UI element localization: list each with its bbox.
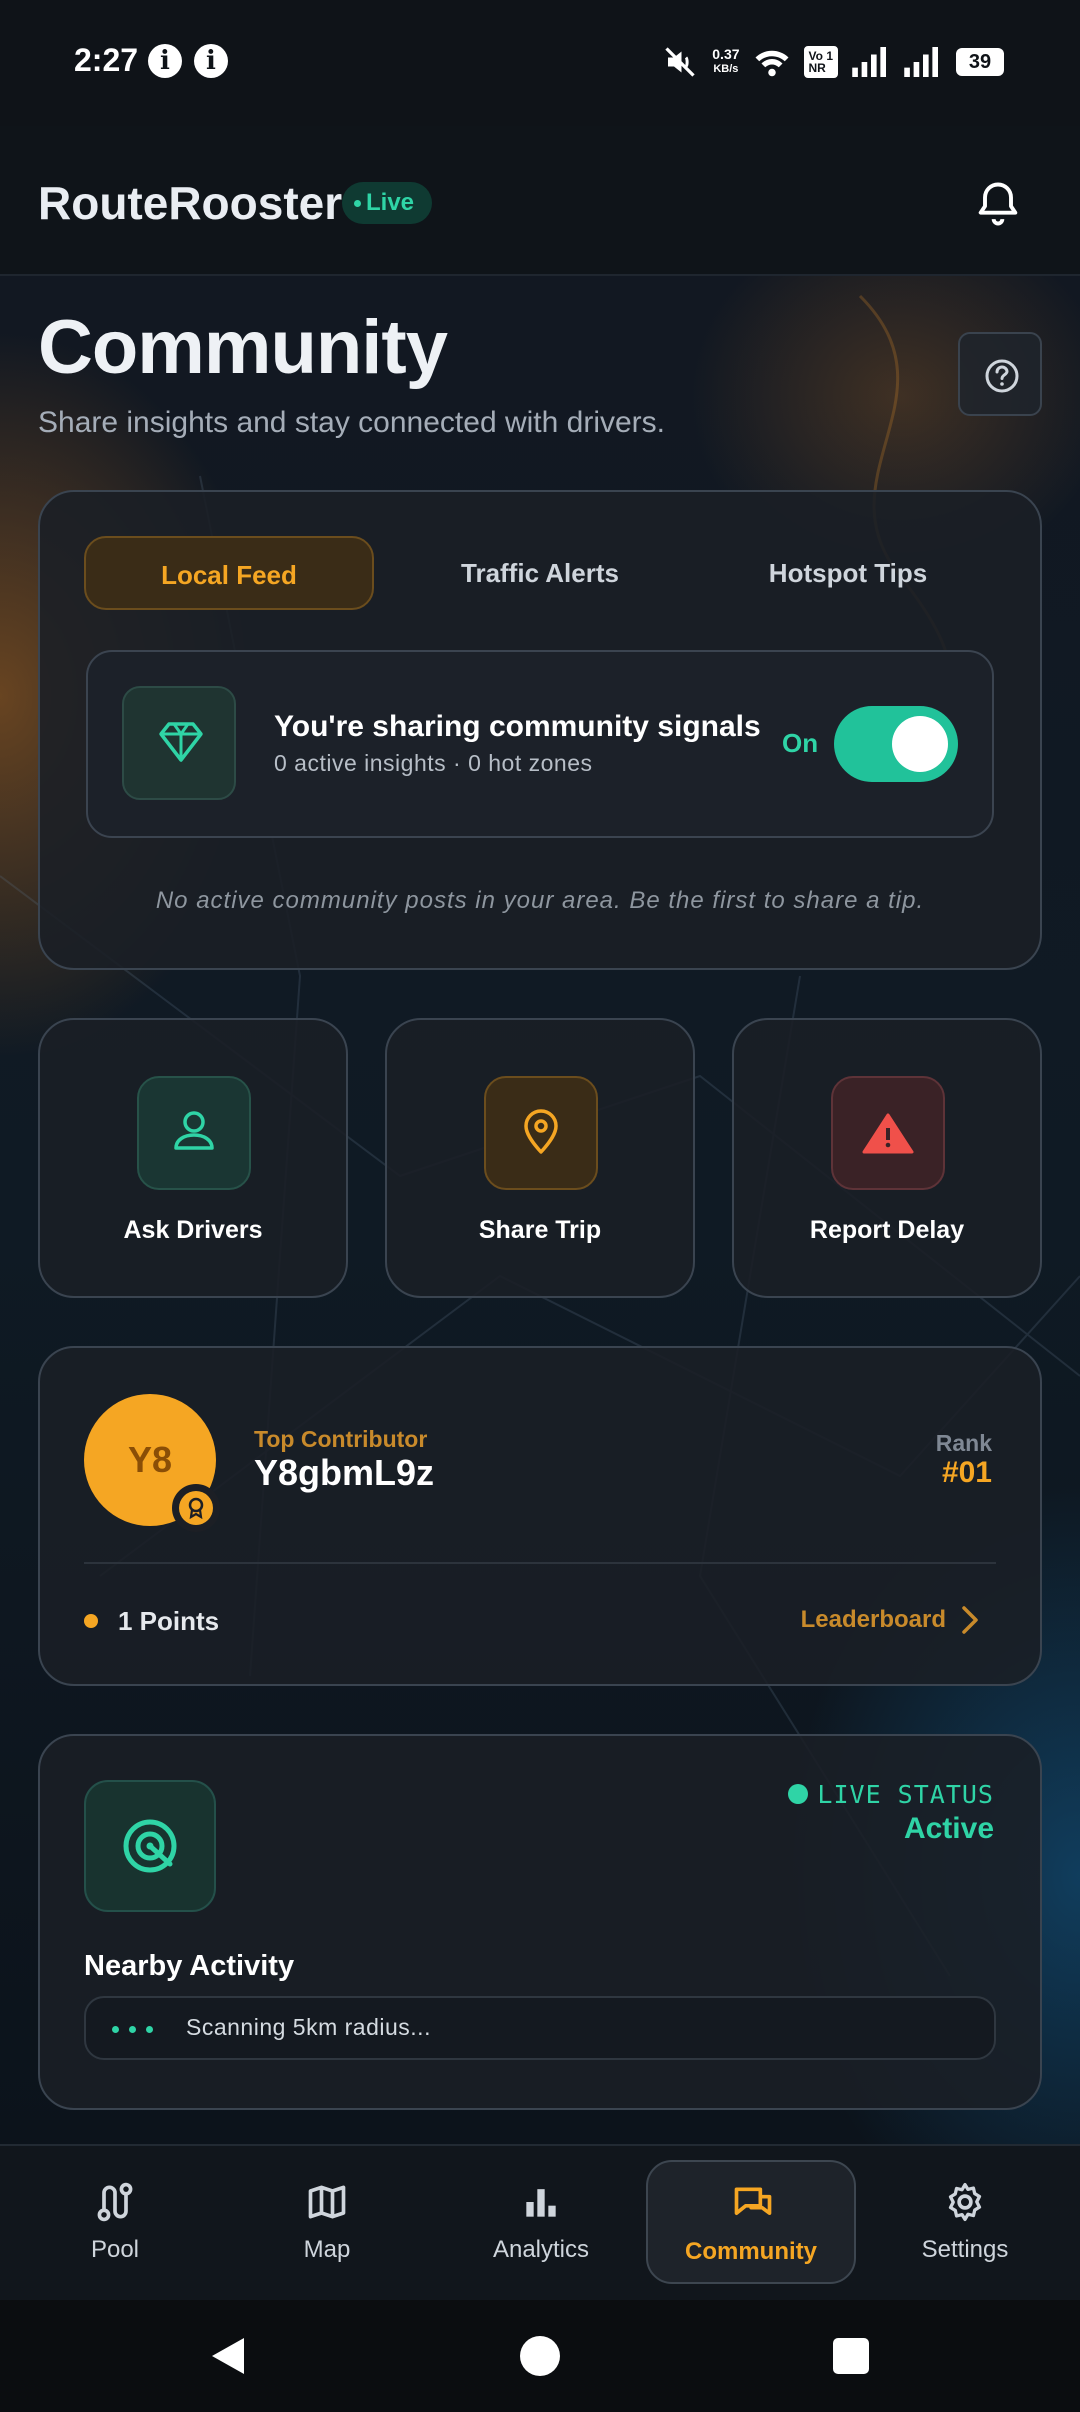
nav-label: Map [303,2236,351,2263]
route-icon [97,2182,133,2222]
page-subtitle: Share insights and stay connected with d… [38,406,665,439]
sharing-toggle[interactable] [834,706,958,782]
help-icon [985,359,1019,393]
status-time: 2:27 [74,42,139,78]
nav-label: Pool [90,2236,140,2263]
award-badge [172,1484,220,1532]
action-label: Ask Drivers [123,1216,263,1244]
action-label: Share Trip [478,1216,602,1244]
nav-label: Community [685,2238,817,2265]
map-pin-icon [524,1109,558,1154]
nav-item-community[interactable]: Community [646,2160,856,2284]
back-icon[interactable] [206,2334,248,2378]
action-label: Report Delay [809,1216,965,1244]
warning-icon [862,1113,914,1154]
live-status-label: LIVE STATUS [817,1780,994,1809]
gear-icon [948,2182,982,2222]
signal-icon [904,47,938,77]
contributor-name: Y8gbmL9z [254,1452,435,1493]
map-icon [308,2185,346,2219]
share-trip-button[interactable]: Share Trip [385,1018,695,1298]
status-icons: 0.37 KB/s Vo 1 NR 39 [662,40,1004,84]
nav-item-settings[interactable]: Settings [860,2160,1070,2284]
report-delay-button[interactable]: Report Delay [732,1018,1042,1298]
tab-traffic-alerts[interactable]: Traffic Alerts [400,536,680,610]
battery-icon: 39 [956,48,1004,76]
chat-icon [734,2187,772,2215]
tab-hotspot-tips[interactable]: Hotspot Tips [708,536,988,610]
scan-status-text: Scanning 5km radius... [186,2014,431,2040]
live-status-value: Active [903,1812,994,1845]
empty-feed-message: No active community posts in your area. … [155,887,925,914]
rank-value: #01 [941,1456,992,1489]
map-pin-icon-box [484,1076,598,1190]
nav-item-analytics[interactable]: Analytics [436,2160,646,2284]
contributor-label: Top Contributor [254,1426,428,1452]
app-header: RouteRooster Live [0,126,1080,276]
loading-dots-icon [112,2026,153,2033]
volte-icon: Vo 1 NR [803,46,838,78]
status-bar: 2:27 i i 0.37 KB/s Vo 1 NR 39 [0,0,1080,126]
nav-item-pool[interactable]: Pool [10,2160,220,2284]
rank-label: Rank [935,1430,992,1456]
award-icon [179,1491,213,1525]
toggle-knob [892,716,948,772]
points-value: 1 Points [118,1606,220,1636]
radar-icon-box [84,1780,216,1912]
leaderboard-label: Leaderboard [800,1606,946,1633]
mute-icon [665,47,695,77]
sharing-subtitle: 0 active insights · 0 hot zones [274,750,593,776]
ask-drivers-button[interactable]: Ask Drivers [38,1018,348,1298]
app-title: RouteRooster [38,177,343,229]
gem-icon-box [122,686,236,800]
wifi-icon [755,50,789,77]
gem-icon [159,722,203,762]
live-badge: Live [342,182,433,224]
bell-icon[interactable] [972,178,1024,230]
toggle-label: On [782,728,819,758]
help-button[interactable] [958,332,1042,416]
signal-icon [852,47,886,77]
info-icon: i [194,44,228,78]
warning-icon-box [831,1076,945,1190]
user-icon-box [137,1076,251,1190]
home-button[interactable] [520,2336,560,2376]
info-icon: i [148,44,182,78]
leaderboard-link[interactable]: Leaderboard [801,1606,986,1634]
points-dot [84,1614,98,1628]
nav-label: Analytics [492,2236,590,2263]
nav-item-map[interactable]: Map [222,2160,432,2284]
page-title: Community [38,305,448,390]
radar-icon [123,1819,177,1873]
system-nav-bar [0,2300,1080,2412]
chevron-right-icon [962,1606,978,1634]
nav-label: Settings [921,2236,1009,2263]
sharing-title: You're sharing community signals [274,710,761,743]
network-speed: 0.37 KB/s [712,46,740,76]
user-icon [174,1111,214,1150]
tab-local-feed[interactable]: Local Feed [84,536,374,610]
nearby-activity-title: Nearby Activity [84,1950,295,1982]
divider [84,1562,996,1564]
recents-button[interactable] [833,2338,869,2374]
live-status-dot [788,1784,808,1804]
bar-chart-icon [526,2189,556,2217]
